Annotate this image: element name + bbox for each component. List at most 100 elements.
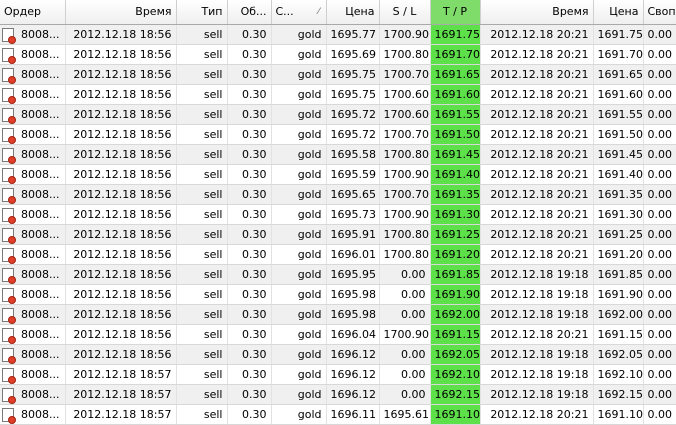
- volume-cell: 0.30: [227, 304, 272, 325]
- table-row[interactable]: 8008... 2012.12.18 18:56 sell 0.30 gold 1696.…: [0, 324, 676, 345]
- close-price-cell: 1692.05: [593, 344, 644, 365]
- symbol-cell: gold: [271, 364, 327, 385]
- price-cell: 1695.77: [326, 24, 380, 45]
- swap-cell: 0.00: [643, 104, 676, 125]
- price-cell: 1695.91: [326, 224, 380, 245]
- closed-order-icon: [2, 167, 16, 183]
- price-cell: 1696.01: [326, 244, 380, 265]
- col-header-time[interactable]: Время: [65, 0, 177, 25]
- order-cell: 8008...: [18, 404, 66, 425]
- closed-order-icon: [2, 227, 16, 243]
- table-row[interactable]: 8008... 2012.12.18 18:56 sell 0.30 gold 1695.…: [0, 304, 676, 325]
- volume-cell: 0.30: [227, 364, 272, 385]
- table-row[interactable]: 8008... 2012.12.18 18:57 sell 0.30 gold 1696.…: [0, 384, 676, 405]
- price-cell: 1695.75: [326, 84, 380, 105]
- table-row[interactable]: 8008... 2012.12.18 18:56 sell 0.30 gold 1695.…: [0, 264, 676, 285]
- tp-cell: 1691.20: [430, 244, 481, 265]
- col-header-volume[interactable]: Об...: [227, 0, 272, 25]
- tp-cell: 1691.35: [430, 184, 481, 205]
- volume-cell: 0.30: [227, 384, 272, 405]
- time-cell: 2012.12.18 18:56: [65, 204, 177, 225]
- col-header-order[interactable]: Ордер: [0, 0, 66, 25]
- table-row[interactable]: 8008... 2012.12.18 18:56 sell 0.30 gold 1696.…: [0, 244, 676, 265]
- table-row[interactable]: 8008... 2012.12.18 18:57 sell 0.30 gold 1696.…: [0, 364, 676, 385]
- volume-cell: 0.30: [227, 44, 272, 65]
- swap-cell: 0.00: [643, 244, 676, 265]
- close-time-cell: 2012.12.18 19:18: [480, 344, 594, 365]
- time-cell: 2012.12.18 18:56: [65, 244, 177, 265]
- type-cell: sell: [176, 304, 228, 325]
- price-cell: 1695.73: [326, 204, 380, 225]
- col-header-tp[interactable]: T / P: [430, 0, 481, 25]
- table-row[interactable]: 8008... 2012.12.18 18:56 sell 0.30 gold 1695.…: [0, 164, 676, 185]
- swap-cell: 0.00: [643, 124, 676, 145]
- close-price-cell: 1691.70: [593, 44, 644, 65]
- time-cell: 2012.12.18 18:56: [65, 184, 177, 205]
- sl-cell: 0.00: [379, 264, 431, 285]
- order-cell: 8008...: [18, 144, 66, 165]
- order-icon-cell: [0, 204, 18, 225]
- table-row[interactable]: 8008... 2012.12.18 18:56 sell 0.30 gold 1695.…: [0, 284, 676, 305]
- table-row[interactable]: 8008... 2012.12.18 18:56 sell 0.30 gold 1695.…: [0, 104, 676, 125]
- table-row[interactable]: 8008... 2012.12.18 18:57 sell 0.30 gold 1696.…: [0, 404, 676, 425]
- volume-cell: 0.30: [227, 264, 272, 285]
- price-cell: 1695.72: [326, 124, 380, 145]
- order-cell: 8008...: [18, 164, 66, 185]
- table-row[interactable]: 8008... 2012.12.18 18:56 sell 0.30 gold 1695.…: [0, 224, 676, 245]
- time-cell: 2012.12.18 18:57: [65, 404, 177, 425]
- col-header-symbol[interactable]: С... ⁄: [271, 0, 327, 25]
- price-cell: 1695.65: [326, 184, 380, 205]
- table-row[interactable]: 8008... 2012.12.18 18:56 sell 0.30 gold 1695.…: [0, 184, 676, 205]
- price-cell: 1696.04: [326, 324, 380, 345]
- closed-order-icon: [2, 407, 16, 423]
- table-row[interactable]: 8008... 2012.12.18 18:56 sell 0.30 gold 1695.…: [0, 144, 676, 165]
- volume-cell: 0.30: [227, 84, 272, 105]
- closed-order-icon: [2, 187, 16, 203]
- close-time-cell: 2012.12.18 20:21: [480, 104, 594, 125]
- table-row[interactable]: 8008... 2012.12.18 18:56 sell 0.30 gold 1695.…: [0, 84, 676, 105]
- volume-cell: 0.30: [227, 124, 272, 145]
- symbol-cell: gold: [271, 164, 327, 185]
- table-row[interactable]: 8008... 2012.12.18 18:56 sell 0.30 gold 1695.…: [0, 44, 676, 65]
- closed-order-icon: [2, 107, 16, 123]
- col-header-sl[interactable]: S / L: [379, 0, 431, 25]
- type-cell: sell: [176, 24, 228, 45]
- tp-cell: 1691.30: [430, 204, 481, 225]
- table-row[interactable]: 8008... 2012.12.18 18:56 sell 0.30 gold 1696.…: [0, 344, 676, 365]
- swap-cell: 0.00: [643, 264, 676, 285]
- time-cell: 2012.12.18 18:56: [65, 344, 177, 365]
- table-row[interactable]: 8008... 2012.12.18 18:56 sell 0.30 gold 1695.…: [0, 204, 676, 225]
- sl-cell: 1700.90: [379, 164, 431, 185]
- tp-cell: 1691.90: [430, 284, 481, 305]
- close-time-cell: 2012.12.18 19:18: [480, 304, 594, 325]
- close-price-cell: 1691.90: [593, 284, 644, 305]
- price-cell: 1696.11: [326, 404, 380, 425]
- sl-cell: 0.00: [379, 344, 431, 365]
- col-header-close-price[interactable]: Цена: [593, 0, 644, 25]
- col-header-type[interactable]: Тип: [176, 0, 228, 25]
- close-time-cell: 2012.12.18 19:18: [480, 384, 594, 405]
- closed-order-icon: [2, 287, 16, 303]
- close-time-cell: 2012.12.18 20:21: [480, 184, 594, 205]
- table-row[interactable]: 8008... 2012.12.18 18:56 sell 0.30 gold 1695.…: [0, 64, 676, 85]
- col-header-close-time[interactable]: Время: [480, 0, 594, 25]
- order-icon-cell: [0, 364, 18, 385]
- col-header-price[interactable]: Цена: [326, 0, 380, 25]
- col-header-symbol-label: С...: [275, 5, 294, 19]
- order-cell: 8008...: [18, 64, 66, 85]
- symbol-cell: gold: [271, 204, 327, 225]
- order-icon-cell: [0, 104, 18, 125]
- sl-cell: 1700.70: [379, 64, 431, 85]
- order-icon-cell: [0, 64, 18, 85]
- tp-cell: 1691.60: [430, 84, 481, 105]
- order-cell: 8008...: [18, 24, 66, 45]
- close-time-cell: 2012.12.18 20:21: [480, 64, 594, 85]
- table-row[interactable]: 8008... 2012.12.18 18:56 sell 0.30 gold 1695.…: [0, 124, 676, 145]
- volume-cell: 0.30: [227, 244, 272, 265]
- table-row[interactable]: 8008... 2012.12.18 18:56 sell 0.30 gold 1695.…: [0, 24, 676, 45]
- swap-cell: 0.00: [643, 344, 676, 365]
- sl-cell: 0.00: [379, 304, 431, 325]
- col-header-swap[interactable]: Своп: [643, 0, 676, 25]
- order-cell: 8008...: [18, 44, 66, 65]
- type-cell: sell: [176, 44, 228, 65]
